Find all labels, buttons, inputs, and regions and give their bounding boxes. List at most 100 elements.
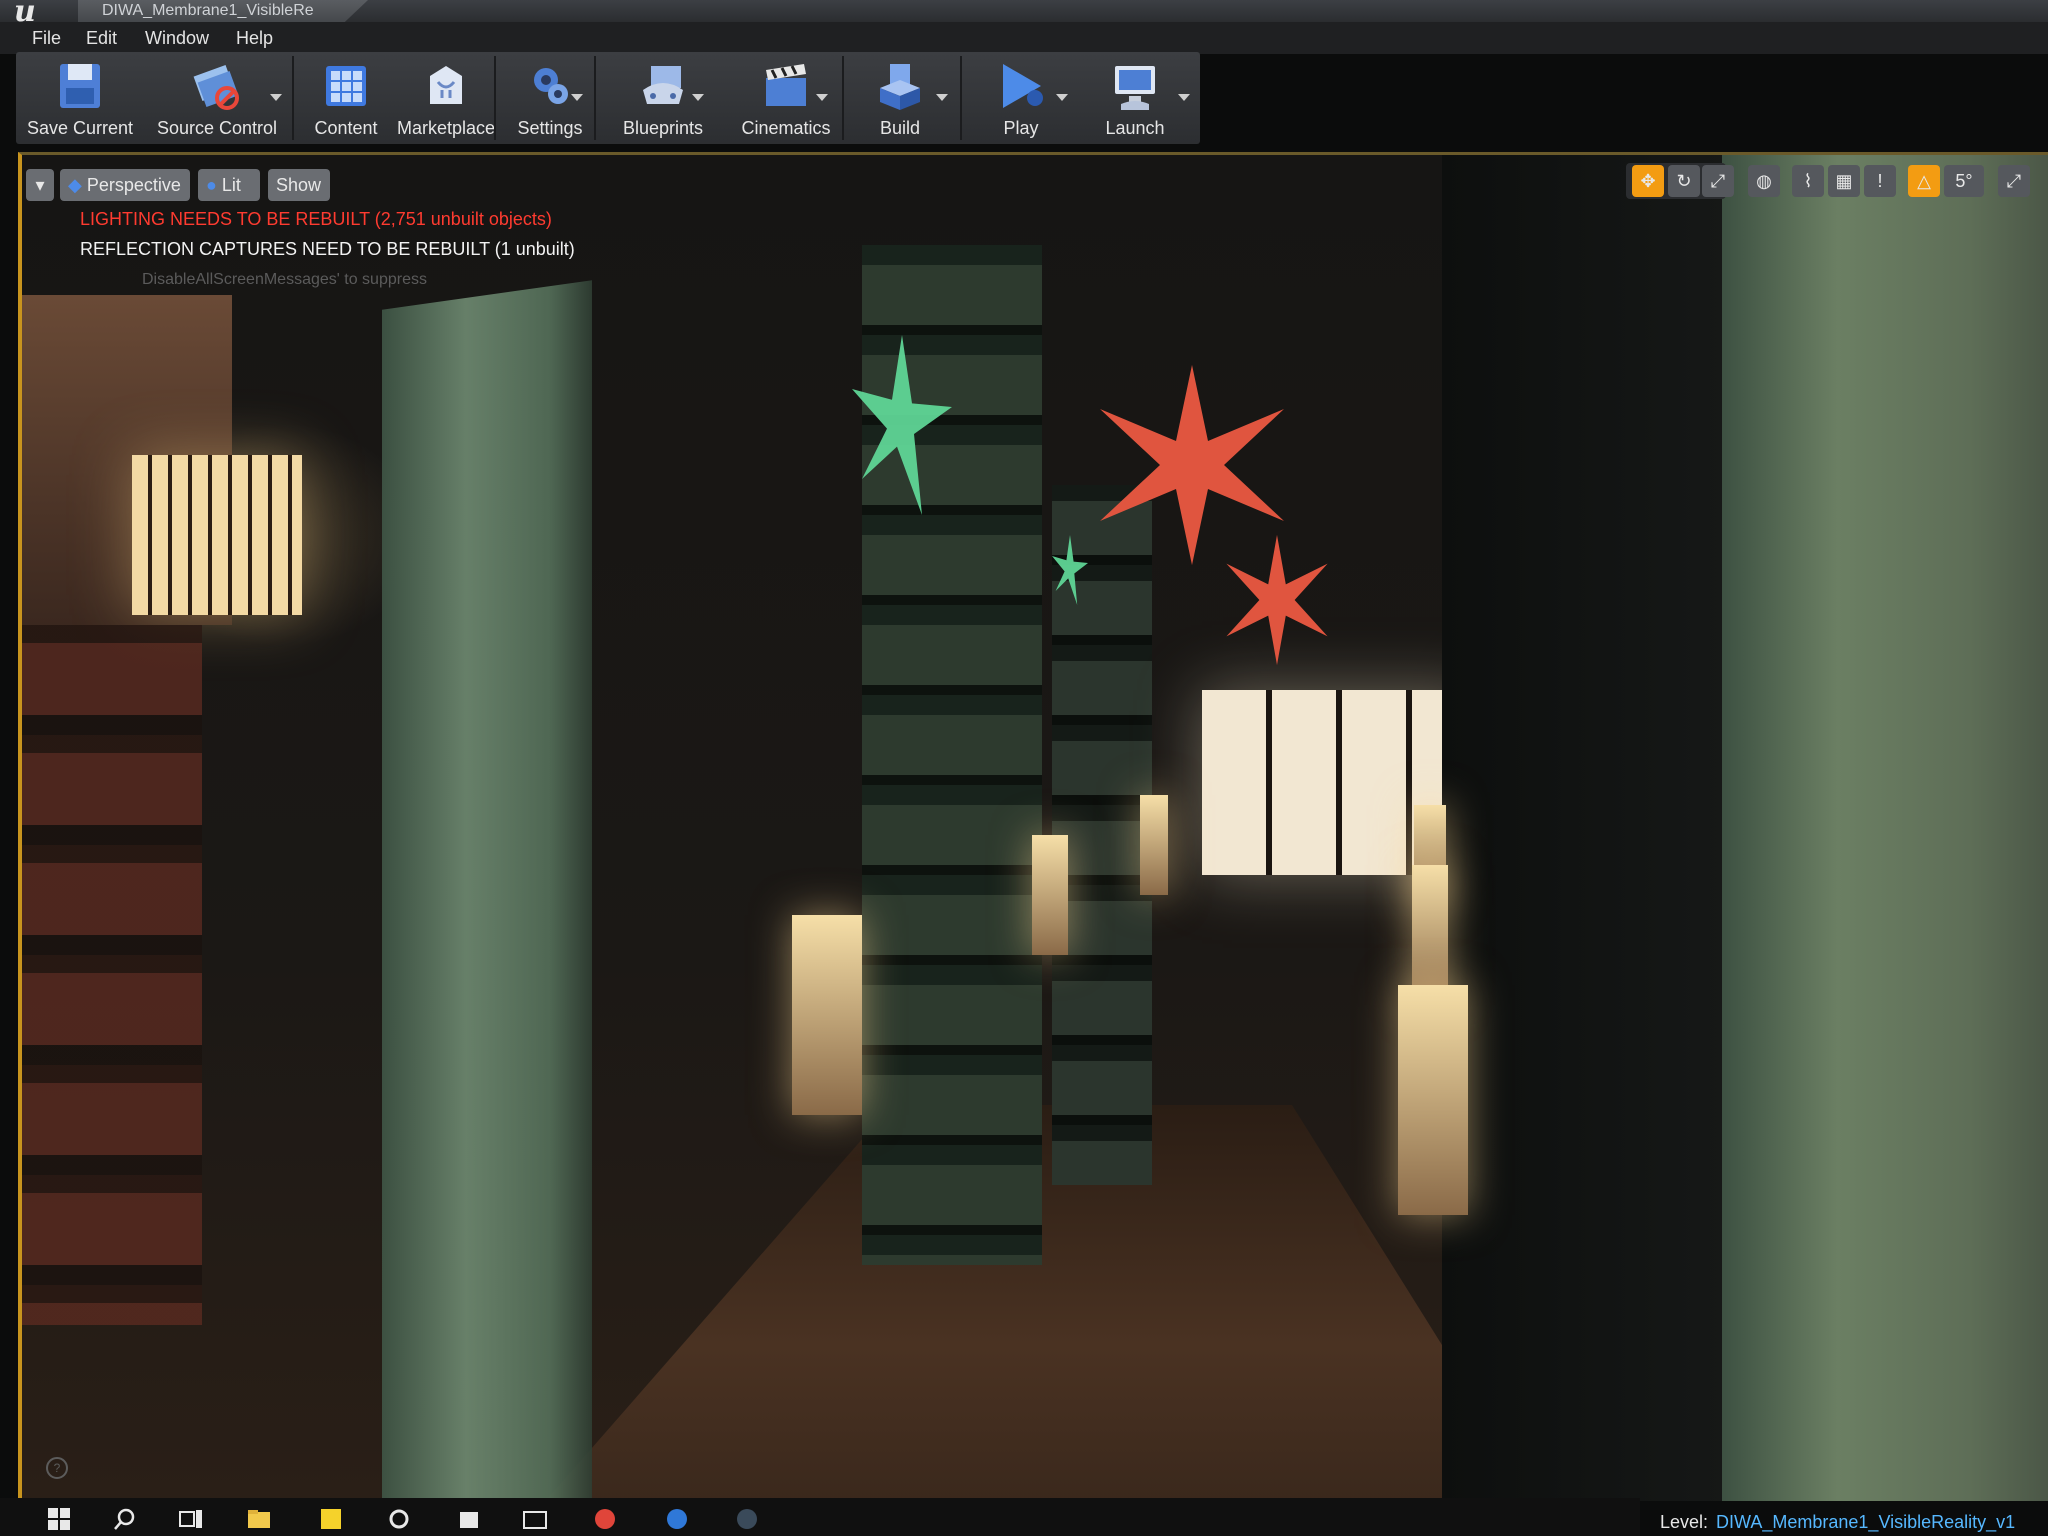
- perspective-icon: ◆: [68, 175, 82, 195]
- scene-floor-lamp: [792, 915, 862, 1115]
- blueprints-label: Blueprints: [622, 118, 704, 138]
- settings-dropdown-icon[interactable]: [571, 94, 583, 101]
- cinematics-button[interactable]: Cinematics: [724, 52, 848, 144]
- cinematics-dropdown-icon[interactable]: [816, 94, 828, 101]
- level-key: Level:: [1660, 1512, 1709, 1532]
- menu-bar: File Edit Window Help: [0, 22, 2048, 54]
- windows-taskbar: [0, 1498, 1640, 1536]
- maximize-viewport-icon[interactable]: ⤢: [1998, 165, 2030, 197]
- source-control-icon: [193, 64, 239, 110]
- perspective-label: Perspective: [86, 175, 181, 195]
- lit-button[interactable]: ● Lit: [198, 169, 260, 201]
- rotation-snap-value[interactable]: 5°: [1944, 165, 1984, 197]
- settings-button[interactable]: Settings: [500, 52, 600, 144]
- toolbar-divider: [594, 56, 596, 140]
- file-explorer-icon[interactable]: [246, 1506, 272, 1532]
- perspective-button[interactable]: ◆ Perspective: [60, 169, 190, 201]
- menu-file[interactable]: File: [32, 28, 61, 49]
- scene-floor: [542, 1105, 1542, 1501]
- lit-icon: ●: [206, 175, 217, 195]
- source-control-button[interactable]: Source Control: [144, 52, 290, 144]
- marketplace-icon: [430, 66, 462, 104]
- build-label: Build: [879, 118, 921, 138]
- blueprints-icon: [643, 66, 683, 104]
- menu-help[interactable]: Help: [236, 28, 273, 49]
- scene-bookshelf-right: [1442, 155, 1732, 1501]
- sticky-notes-icon[interactable]: [318, 1506, 344, 1532]
- suppress-hint: DisableAllScreenMessages' to suppress: [142, 271, 427, 288]
- cinematics-icon: [766, 64, 806, 106]
- app-dark-icon[interactable]: [734, 1506, 760, 1532]
- scene-bookshelf-left: [22, 625, 202, 1325]
- scene-red-star-lamp-small: [1226, 535, 1328, 665]
- scene-floor-lamp: [1140, 795, 1168, 895]
- settings-gear-icon[interactable]: [386, 1506, 412, 1532]
- scene-floor-lamp: [1412, 865, 1448, 1005]
- translate-icon[interactable]: ✥: [1632, 165, 1664, 197]
- save-current-label: Save Current: [26, 118, 134, 138]
- toolbar-divider: [842, 56, 844, 140]
- search-icon[interactable]: [112, 1506, 138, 1532]
- launch-button[interactable]: Launch: [1080, 52, 1190, 144]
- level-tab-label: DIWA_Membrane1_VisibleRe: [102, 2, 314, 19]
- title-bar: u DIWA_Membrane1_VisibleRe: [0, 0, 2048, 29]
- windows-start-icon[interactable]: [46, 1506, 72, 1532]
- level-viewport[interactable]: ▾ ◆ Perspective ● Lit Show LIGHTING NEED…: [18, 152, 2048, 1501]
- scale-icon[interactable]: ⤢: [1702, 165, 1734, 197]
- toolbar-divider: [494, 56, 496, 140]
- lit-label: Lit: [221, 175, 241, 195]
- show-button[interactable]: Show: [268, 169, 330, 201]
- toolbar-divider: [292, 56, 294, 140]
- help-icon[interactable]: ?: [46, 1457, 68, 1479]
- scene-bookshelf-center: [862, 245, 1042, 1265]
- reflection-warning: REFLECTION CAPTURES NEED TO BE REBUILT (…: [80, 239, 575, 259]
- app-window-icon[interactable]: [522, 1506, 548, 1532]
- surface-snap-icon[interactable]: ⌇: [1792, 165, 1824, 197]
- unreal-logo-icon: u: [14, 0, 36, 29]
- source-control-dropdown-icon[interactable]: [270, 94, 282, 101]
- scene-floor-lamp: [1398, 985, 1468, 1215]
- level-tab[interactable]: DIWA_Membrane1_VisibleRe: [78, 0, 368, 22]
- launch-icon: [1115, 66, 1155, 110]
- rotation-snap-icon[interactable]: △: [1908, 165, 1940, 197]
- play-icon: [1003, 64, 1043, 108]
- build-dropdown-icon[interactable]: [936, 94, 948, 101]
- settings-icon: [534, 68, 568, 104]
- scene-floor-lamp: [1032, 835, 1068, 955]
- menu-window[interactable]: Window: [145, 28, 209, 49]
- blueprints-button[interactable]: Blueprints: [604, 52, 722, 144]
- lighting-warning: LIGHTING NEEDS TO BE REBUILT (2,751 unbu…: [80, 209, 552, 229]
- scene-curtain-left: [382, 280, 592, 1501]
- rotate-icon[interactable]: ↻: [1668, 165, 1700, 197]
- blueprints-dropdown-icon[interactable]: [692, 94, 704, 101]
- build-button[interactable]: Build: [850, 52, 950, 144]
- launch-label: Launch: [1105, 118, 1165, 138]
- main-toolbar: Save Current Source Control Content Mark…: [16, 52, 1200, 144]
- play-dropdown-icon[interactable]: [1056, 94, 1068, 101]
- grid-size-icon[interactable]: !: [1864, 165, 1896, 197]
- viewport-options-button[interactable]: ▾: [26, 169, 54, 201]
- scene-lantern: [132, 455, 302, 615]
- cinematics-label: Cinematics: [741, 118, 831, 138]
- play-label: Play: [1003, 118, 1039, 138]
- save-current-button[interactable]: Save Current: [20, 52, 140, 144]
- toolbar-divider: [960, 56, 962, 140]
- launch-dropdown-icon[interactable]: [1178, 94, 1190, 101]
- task-view-icon[interactable]: [178, 1506, 204, 1532]
- store-icon[interactable]: [456, 1506, 482, 1532]
- world-local-icon[interactable]: ◍: [1748, 165, 1780, 197]
- scene-curtain-right: [1722, 155, 2048, 1501]
- settings-label: Settings: [517, 118, 583, 138]
- grid-snap-icon[interactable]: ▦: [1828, 165, 1860, 197]
- chevron-down-icon: ▾: [35, 175, 45, 195]
- menu-edit[interactable]: Edit: [86, 28, 117, 49]
- level-value: DIWA_Membrane1_VisibleReality_v1: [1716, 1512, 2016, 1532]
- app-blue-icon[interactable]: [664, 1506, 690, 1532]
- save-icon: [60, 64, 100, 108]
- show-label: Show: [276, 175, 322, 195]
- build-icon: [880, 64, 920, 110]
- app-red-icon[interactable]: [592, 1506, 618, 1532]
- source-control-label: Source Control: [156, 118, 278, 138]
- content-icon: [326, 66, 366, 106]
- current-level-indicator: Level: DIWA_Membrane1_VisibleReality_v1: [1660, 1512, 2015, 1533]
